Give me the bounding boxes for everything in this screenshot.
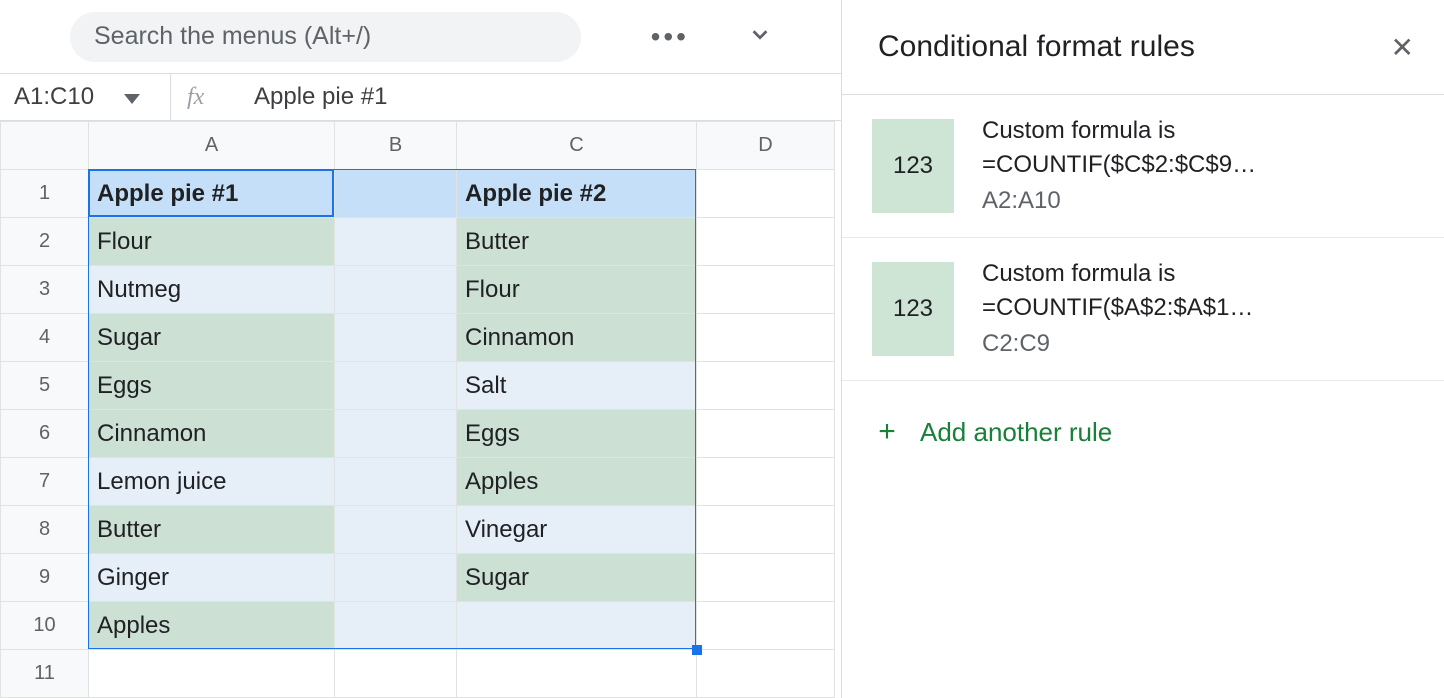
cell-D2[interactable] [697, 218, 835, 266]
cell-D3[interactable] [697, 266, 835, 314]
row-header-3[interactable]: 3 [1, 266, 89, 314]
cell-D6[interactable] [697, 410, 835, 458]
cell-A3[interactable]: Nutmeg [89, 266, 335, 314]
cell-B3[interactable] [335, 266, 457, 314]
cell-D10[interactable] [697, 602, 835, 650]
row-header-11[interactable]: 11 [1, 650, 89, 698]
format-rule-1[interactable]: 123Custom formula is=COUNTIF($A$2:$A$1…C… [842, 238, 1444, 381]
row-header-8[interactable]: 8 [1, 506, 89, 554]
more-icon[interactable]: ••• [651, 23, 689, 51]
cell-A9[interactable]: Ginger [89, 554, 335, 602]
column-header-D[interactable]: D [697, 122, 835, 170]
cell-A10[interactable]: Apples [89, 602, 335, 650]
row-header-5[interactable]: 5 [1, 362, 89, 410]
cell-C6[interactable]: Eggs [457, 410, 697, 458]
cell-C3[interactable]: Flour [457, 266, 697, 314]
cell-C7[interactable]: Apples [457, 458, 697, 506]
row-header-1[interactable]: 1 [1, 170, 89, 218]
rule-title: Custom formula is [982, 260, 1253, 288]
cell-B5[interactable] [335, 362, 457, 410]
chevron-down-icon[interactable] [749, 23, 771, 50]
format-rule-0[interactable]: 123 Custom formula is =COUNTIF($C$2:$C$9… A… [842, 95, 1444, 238]
search-placeholder: Search the menus (Alt+/) [94, 22, 371, 51]
menu-toolbar: Search the menus (Alt+/) ••• [0, 0, 841, 73]
cell-B2[interactable] [335, 218, 457, 266]
cell-D1[interactable] [697, 170, 835, 218]
menu-search-input[interactable]: Search the menus (Alt+/) [70, 12, 581, 62]
column-header-C[interactable]: C [457, 122, 697, 170]
cell-A6[interactable]: Cinnamon [89, 410, 335, 458]
cell-B9[interactable] [335, 554, 457, 602]
cell-D9[interactable] [697, 554, 835, 602]
plus-icon: + [872, 415, 902, 449]
cell-A7[interactable]: Lemon juice [89, 458, 335, 506]
column-header-B[interactable]: B [335, 122, 457, 170]
cell-C5[interactable]: Salt [457, 362, 697, 410]
rule-description: Custom formula is =COUNTIF($A$2:$A$1… C2:C… [982, 260, 1253, 358]
rule-formula: =COUNTIF($C$2:$C$9… [982, 151, 1256, 179]
cell-A4[interactable]: Sugar [89, 314, 335, 362]
cell-D5[interactable] [697, 362, 835, 410]
row-header-7[interactable]: 7 [1, 458, 89, 506]
cell-B4[interactable] [335, 314, 457, 362]
rule-description: Custom formula is =COUNTIF($C$2:$C$9… A2:A… [982, 117, 1256, 215]
conditional-format-panel: Conditional format rules ✕ 123 Custom for… [842, 0, 1444, 698]
rule-preview-swatch: 123 [872, 119, 954, 213]
fx-icon: fx [170, 74, 250, 120]
cell-A11[interactable] [89, 650, 335, 698]
rule-formula: =COUNTIF($A$2:$A$1… [982, 294, 1253, 322]
name-box[interactable]: A1:C10 [0, 74, 170, 120]
cell-D7[interactable] [697, 458, 835, 506]
cell-C11[interactable] [457, 650, 697, 698]
formula-input[interactable]: Apple pie #1 [250, 83, 387, 111]
cell-A1[interactable]: Apple pie #1 [89, 170, 335, 218]
cell-D4[interactable] [697, 314, 835, 362]
rule-preview-swatch: 123 [872, 262, 954, 356]
cell-B8[interactable] [335, 506, 457, 554]
cell-B6[interactable] [335, 410, 457, 458]
cell-C10[interactable] [457, 602, 697, 650]
cell-C4[interactable]: Cinnamon [457, 314, 697, 362]
cell-D8[interactable] [697, 506, 835, 554]
cell-A2[interactable]: Flour [89, 218, 335, 266]
row-header-2[interactable]: 2 [1, 218, 89, 266]
name-box-dropdown-icon[interactable] [124, 83, 140, 111]
name-box-value: A1:C10 [14, 83, 94, 111]
row-header-10[interactable]: 10 [1, 602, 89, 650]
cell-C8[interactable]: Vinegar [457, 506, 697, 554]
rule-range: C2:C9 [982, 330, 1253, 358]
select-all-corner[interactable] [1, 122, 89, 170]
cell-A8[interactable]: Butter [89, 506, 335, 554]
row-header-4[interactable]: 4 [1, 314, 89, 362]
add-rule-label: Add another rule [920, 417, 1112, 448]
cell-A5[interactable]: Eggs [89, 362, 335, 410]
row-header-6[interactable]: 6 [1, 410, 89, 458]
panel-title: Conditional format rules [878, 30, 1195, 64]
column-header-A[interactable]: A [89, 122, 335, 170]
add-rule-button[interactable]: + Add another rule [842, 381, 1444, 483]
cell-C1[interactable]: Apple pie #2 [457, 170, 697, 218]
cell-B7[interactable] [335, 458, 457, 506]
cell-B11[interactable] [335, 650, 457, 698]
rule-title: Custom formula is [982, 117, 1256, 145]
cell-C2[interactable]: Butter [457, 218, 697, 266]
rule-range: A2:A10 [982, 187, 1256, 215]
cell-C9[interactable]: Sugar [457, 554, 697, 602]
formula-bar: A1:C10 fx Apple pie #1 [0, 73, 841, 121]
spreadsheet-grid[interactable]: ABCD1Apple pie #1Apple pie #22FlourButte… [0, 121, 841, 698]
cell-B1[interactable] [335, 170, 457, 218]
cell-D11[interactable] [697, 650, 835, 698]
close-icon[interactable]: ✕ [1391, 31, 1414, 64]
cell-B10[interactable] [335, 602, 457, 650]
row-header-9[interactable]: 9 [1, 554, 89, 602]
